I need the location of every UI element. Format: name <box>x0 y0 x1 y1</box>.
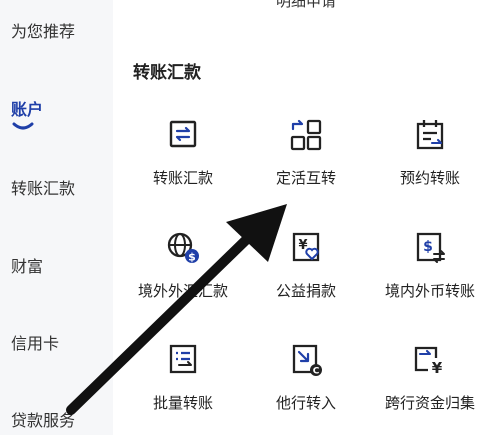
grid-item-label: 跨行资金归集 <box>384 394 475 412</box>
grid-item-label: 境内外币转账 <box>384 282 475 300</box>
grid-item-label: 预约转账 <box>399 169 460 187</box>
transfer-icon <box>169 120 197 148</box>
grid-item-interbank-collection[interactable]: ¥ 跨行资金归集 <box>370 342 490 422</box>
dollar-doc-icon: $ <box>416 232 445 263</box>
grid-item-other-bank-inbound[interactable]: C 他行转入 <box>246 342 366 422</box>
swap-grid-icon <box>290 119 322 151</box>
sidebar-item-loan[interactable]: 贷款服务 <box>11 407 75 431</box>
grid-item-fixed-current-swap[interactable]: 定活互转 <box>246 117 366 197</box>
grid-item-label: 公益捐款 <box>275 282 336 300</box>
sidebar-item-credit-card[interactable]: 信用卡 <box>11 330 59 354</box>
svg-text:$: $ <box>423 239 433 255</box>
main-panel: 明细申请 转账汇款 转账汇款 定活互转 预约转账 $ 境外外汇汇款 ¥ 公益捐款… <box>113 0 490 435</box>
grid-item-label: 批量转账 <box>152 394 213 412</box>
grid-item-label: 境外外汇汇款 <box>137 282 228 300</box>
sidebar: 为您推荐 账户 转账汇款 财富 信用卡 贷款服务 <box>0 0 113 435</box>
arrow-in-icon: C <box>292 344 322 377</box>
grid-item-charity-donation[interactable]: ¥ 公益捐款 <box>246 230 366 310</box>
yen-collect-icon: ¥ <box>414 346 444 377</box>
globe-dollar-icon: $ <box>167 232 199 264</box>
grid-item-scheduled-transfer[interactable]: 预约转账 <box>370 117 490 197</box>
section-title: 转账汇款 <box>133 63 201 83</box>
grid-item-label: 转账汇款 <box>152 169 213 187</box>
calendar-transfer-icon <box>416 120 444 150</box>
yen-heart-icon: ¥ <box>292 232 320 262</box>
grid-item-domestic-fx-transfer[interactable]: $ 境内外币转账 <box>370 230 490 310</box>
grid-item-transfer[interactable]: 转账汇款 <box>123 117 243 197</box>
active-indicator <box>12 122 34 130</box>
grid-item-label: 定活互转 <box>275 169 336 187</box>
svg-text:C: C <box>313 367 320 377</box>
sidebar-item-wealth[interactable]: 财富 <box>11 253 43 277</box>
grid-item-label: 他行转入 <box>275 394 336 412</box>
detail-request-item[interactable]: 明细申请 <box>276 0 336 11</box>
list-transfer-icon <box>169 344 197 374</box>
svg-text:$: $ <box>188 251 196 264</box>
sidebar-item-transfer[interactable]: 转账汇款 <box>11 175 75 199</box>
grid-item-overseas-remittance[interactable]: $ 境外外汇汇款 <box>123 230 243 310</box>
sidebar-item-account[interactable]: 账户 <box>11 96 43 120</box>
grid-item-batch-transfer[interactable]: 批量转账 <box>123 342 243 422</box>
svg-text:¥: ¥ <box>432 359 443 377</box>
sidebar-item-recommend[interactable]: 为您推荐 <box>11 18 75 42</box>
